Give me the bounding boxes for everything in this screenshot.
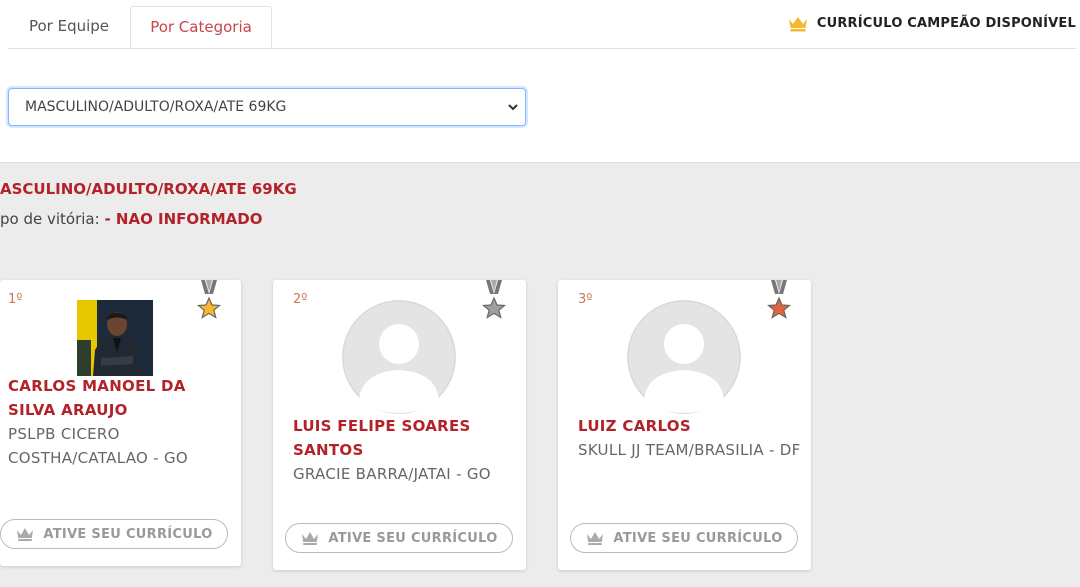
tab-por-equipe[interactable]: Por Equipe [8, 6, 130, 47]
athlete-card-2: 2º LUIS FELIPE SOARES SANTOS GRACIE BARR… [273, 280, 526, 570]
athlete-photo [77, 300, 153, 376]
athlete-card-1: 1º CARLOS MANOEL DA SILVA ARAUJO PSLPB C… [0, 280, 241, 566]
chevron-down-icon [508, 104, 518, 111]
tab-por-categoria[interactable]: Por Categoria [130, 6, 272, 48]
athlete-team: PSLPB CICERO COSTHA/CATALAO - GO [8, 425, 188, 467]
crown-icon [302, 532, 319, 545]
athlete-team: GRACIE BARRA/JATAI - GO [293, 465, 491, 483]
category-select[interactable]: MASCULINO/ADULTO/ROXA/ATE 69KG [8, 88, 526, 126]
crown-icon [788, 17, 807, 32]
ative-curriculo-button[interactable]: ATIVE SEU CURRÍCULO [0, 519, 228, 549]
avatar-placeholder [342, 300, 456, 414]
placement: 3º [578, 292, 593, 307]
silver-medal-icon [481, 280, 507, 319]
curriculo-campeao-text: CURRÍCULO CAMPEÃO DISPONÍVEL [816, 15, 1076, 31]
athlete-name[interactable]: LUIS FELIPE SOARES SANTOS [293, 414, 513, 462]
athlete-team: SKULL JJ TEAM/BRASILIA - DF [578, 441, 801, 459]
crown-icon [587, 532, 604, 545]
tipo-vitoria: po de vitória: - NAO INFORMADO [0, 210, 262, 228]
crown-icon [17, 528, 34, 541]
category-title: ASCULINO/ADULTO/ROXA/ATE 69KG [0, 180, 297, 198]
tipo-vitoria-value: - NAO INFORMADO [104, 210, 263, 228]
athlete-name[interactable]: CARLOS MANOEL DA SILVA ARAUJO [8, 374, 230, 422]
ative-curriculo-button[interactable]: ATIVE SEU CURRÍCULO [285, 523, 513, 553]
gold-medal-icon [196, 280, 222, 319]
bronze-medal-icon [766, 280, 792, 319]
ative-curriculo-label: ATIVE SEU CURRÍCULO [328, 530, 498, 546]
athlete-name[interactable]: LUIZ CARLOS [578, 414, 798, 438]
ative-curriculo-button[interactable]: ATIVE SEU CURRÍCULO [570, 523, 798, 553]
placement: 1º [8, 292, 23, 307]
placement: 2º [293, 292, 308, 307]
category-select-value: MASCULINO/ADULTO/ROXA/ATE 69KG [25, 99, 287, 115]
athlete-card-3: 3º LUIZ CARLOS SKULL JJ TEAM/BRASILIA - … [558, 280, 811, 570]
ative-curriculo-label: ATIVE SEU CURRÍCULO [43, 526, 213, 542]
ative-curriculo-label: ATIVE SEU CURRÍCULO [613, 530, 783, 546]
tipo-vitoria-label: po de vitória: [0, 210, 100, 228]
curriculo-campeao-banner[interactable]: CURRÍCULO CAMPEÃO DISPONÍVEL [787, 14, 1076, 32]
avatar-placeholder [627, 300, 741, 414]
